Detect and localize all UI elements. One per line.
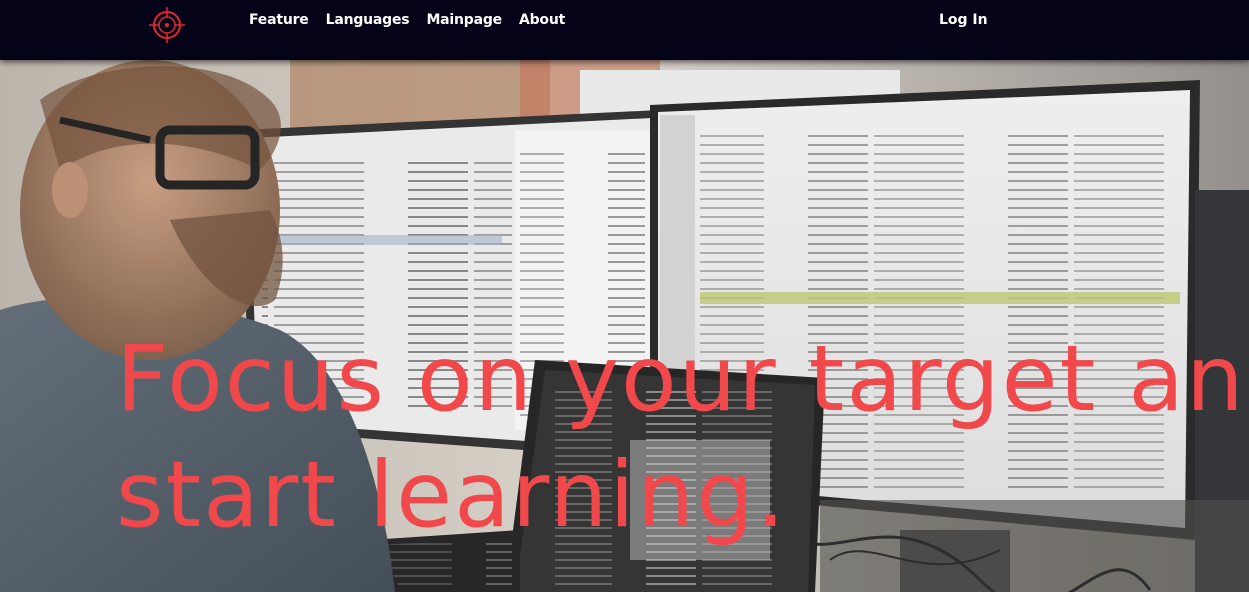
nav-link-feature[interactable]: Feature xyxy=(249,12,309,28)
main-nav: Feature Languages Mainpage About xyxy=(249,12,582,28)
nav-link-about[interactable]: About xyxy=(519,12,565,28)
crosshair-target-icon[interactable] xyxy=(148,6,186,44)
nav-link-languages[interactable]: Languages xyxy=(326,12,410,28)
hero-section: Focus on your target and start learning. xyxy=(0,60,1249,592)
hero-headline-line1: Focus on your target and xyxy=(116,327,1249,432)
hero-headline: Focus on your target and start learning. xyxy=(116,322,1249,554)
hero-headline-line2: start learning. xyxy=(116,443,788,548)
nav-link-mainpage[interactable]: Mainpage xyxy=(426,12,502,28)
login-button[interactable]: Log In xyxy=(939,12,988,28)
top-navbar: Feature Languages Mainpage About Log In xyxy=(0,0,1249,60)
